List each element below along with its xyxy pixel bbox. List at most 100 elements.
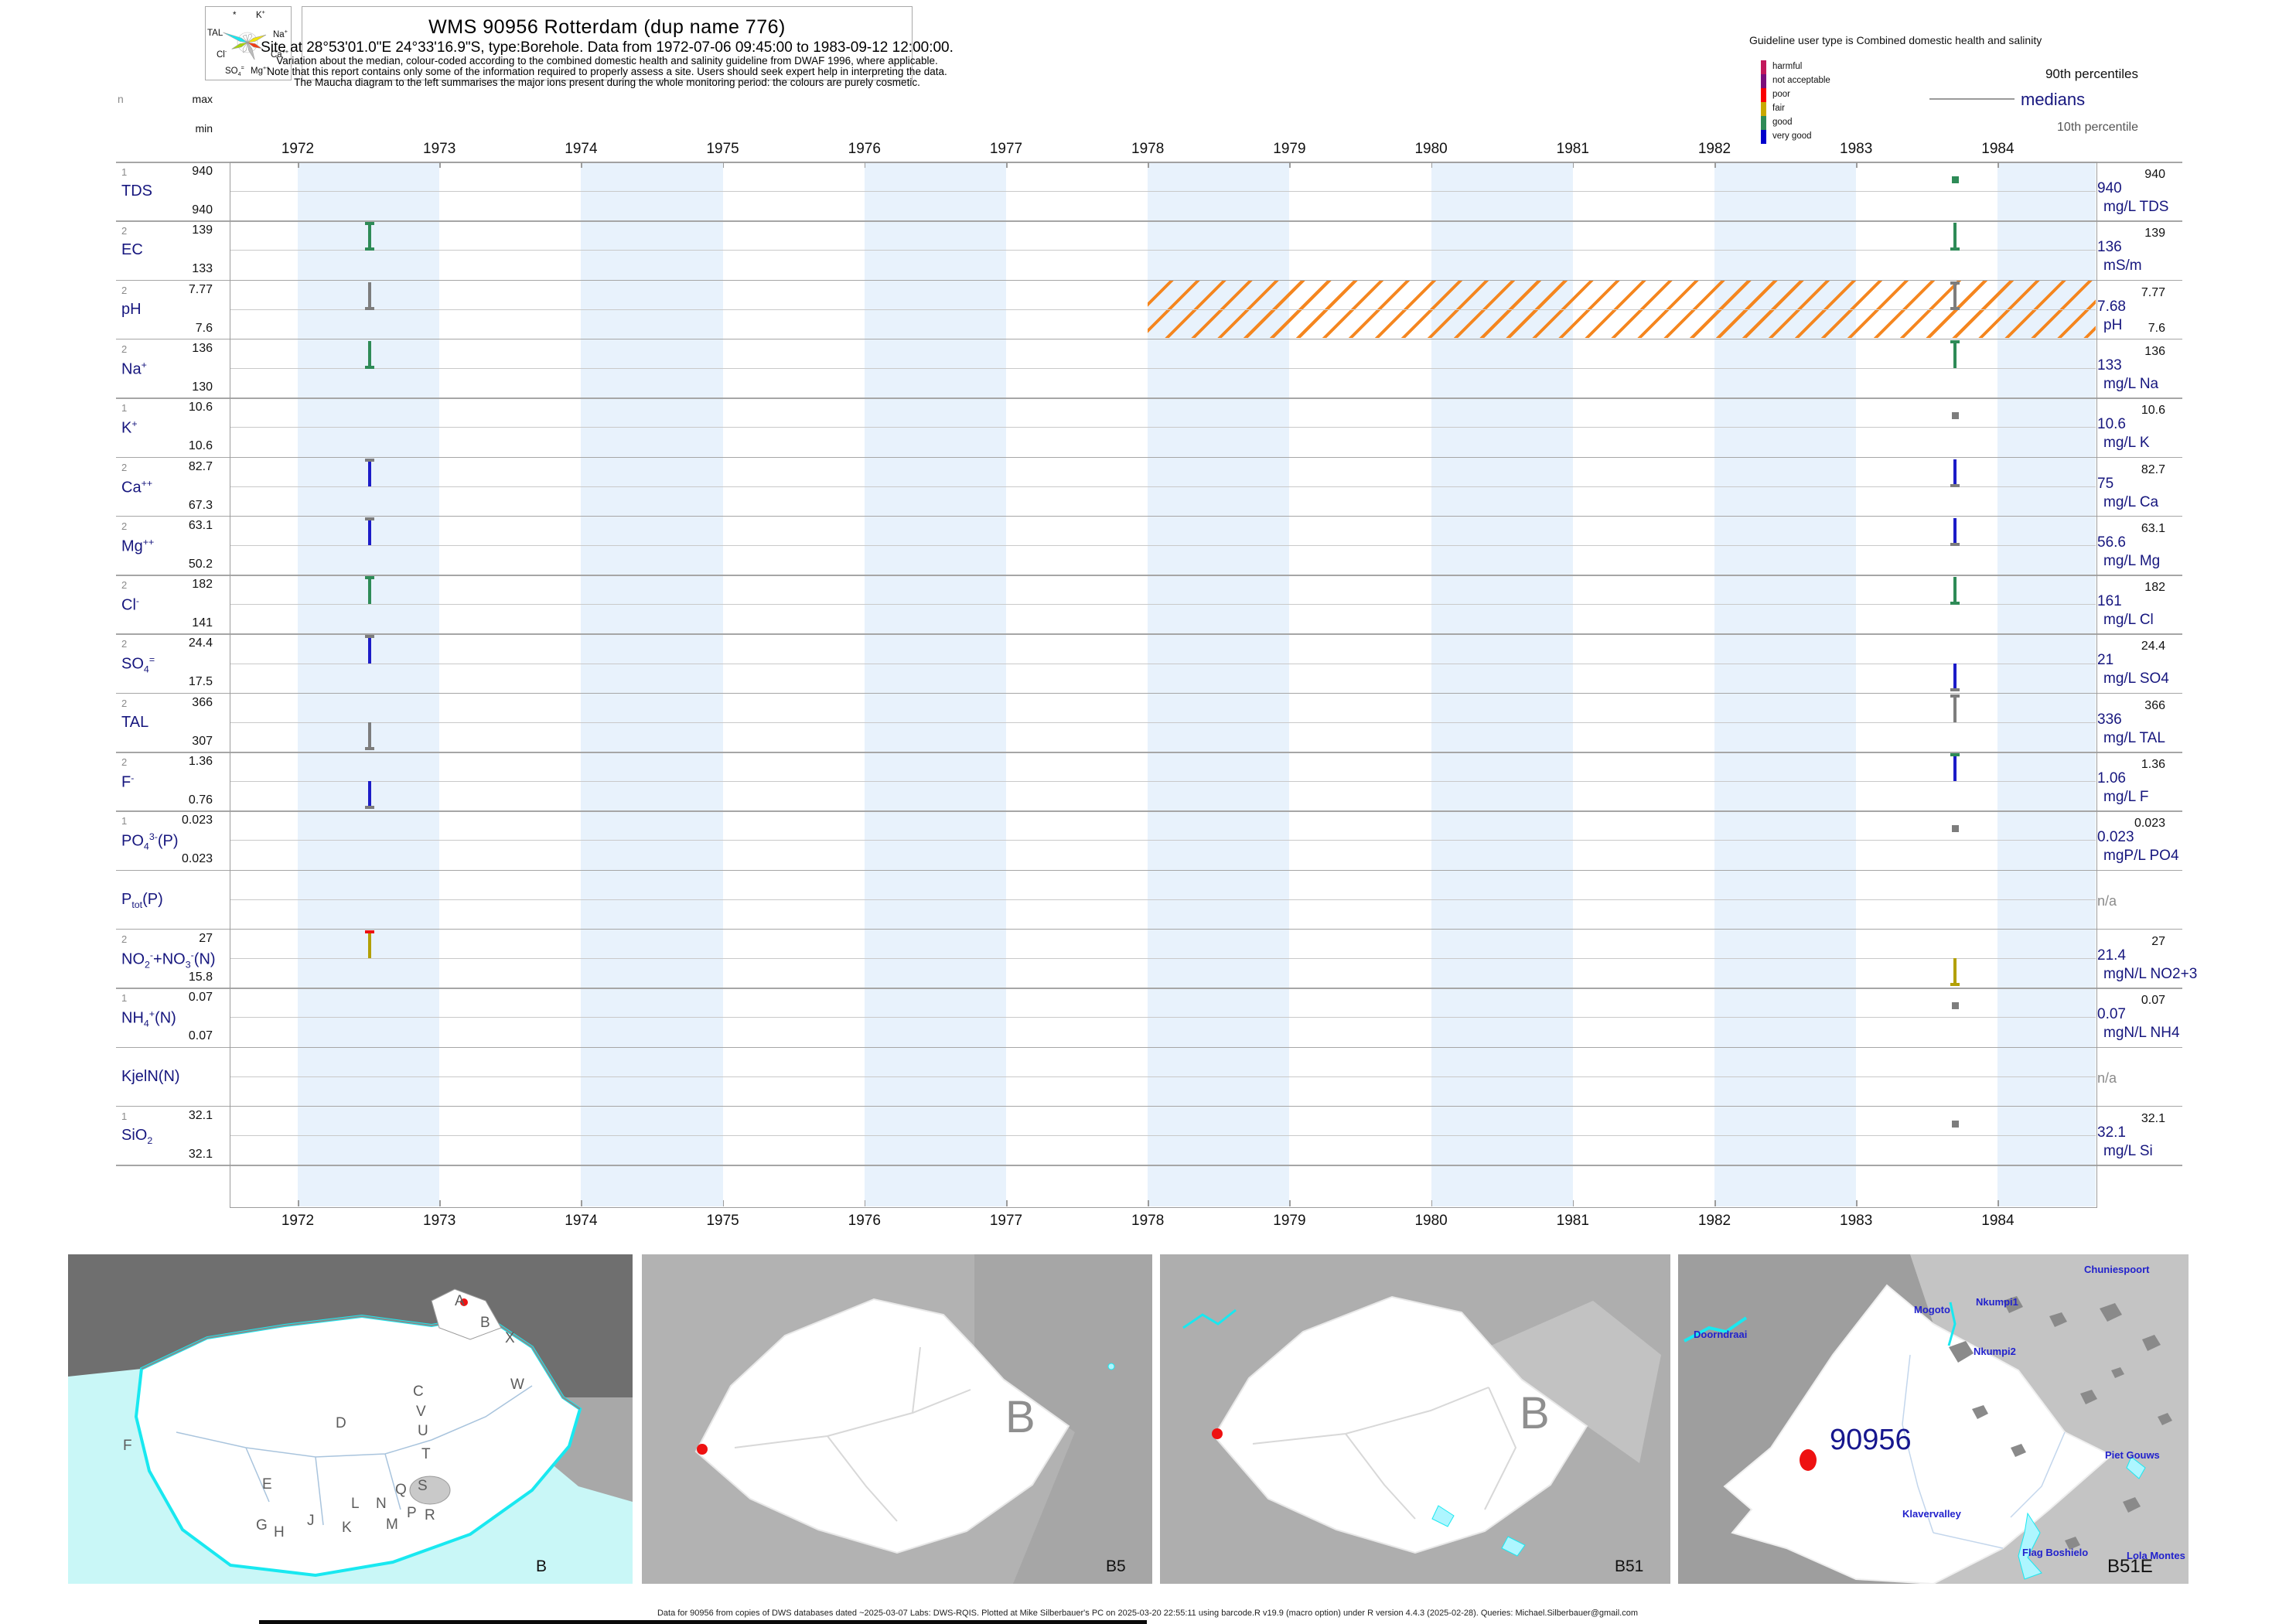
class-label-very-good: very good [1772,131,1812,141]
param-unit: mg/L Na [2103,375,2159,392]
year-tick-top [1148,162,1149,168]
year-label-bottom-1982: 1982 [1697,1213,1731,1229]
param-median: 75 [2097,475,2114,492]
param-label-TAL: TAL [121,713,149,731]
place-label-Nkumpi1: Nkumpi1 [1976,1296,2018,1308]
year-tick-top [1856,162,1858,168]
param-max: 366 [192,695,213,709]
year-tick-top [1006,162,1008,168]
year-label-top-1976: 1976 [848,141,881,157]
param-max: 139 [192,223,213,237]
region-letter-X: X [505,1330,515,1346]
year-label-bottom-1980: 1980 [1414,1213,1448,1229]
big-region-letter: B [1005,1392,1035,1442]
param-min: 67.3 [188,498,213,512]
year-tick-bottom [1431,1200,1433,1206]
stats-header-max: max [192,93,213,105]
year-label-top-1983: 1983 [1840,141,1873,157]
param-max: 136 [192,341,213,355]
year-tick-top [1289,162,1291,168]
year-tick-bottom [439,1200,441,1206]
maucha-ion-label: TAL [207,29,223,38]
region-letter-Q: Q [395,1482,407,1498]
note-variation: Variation about the median, colour-coded… [276,55,938,67]
param-median: 1.06 [2097,770,2126,786]
region-letter-A: A [455,1293,465,1309]
year-label-top-1979: 1979 [1273,141,1306,157]
param-max: 63.1 [188,518,213,532]
page-title: WMS 90956 Rotterdam (dup name 776) [428,16,786,38]
map3-corner-label: B51 [1615,1557,1644,1575]
param-max: 1.36 [188,755,213,768]
param-label-Mg: Mg++ [121,536,155,555]
param-median: 161 [2097,593,2122,610]
year-label-bottom-1975: 1975 [706,1213,739,1229]
year-tick-top [1714,162,1716,168]
region-letter-R: R [425,1507,435,1523]
param-label-Ptot: Ptot(P) [121,890,163,910]
lesotho [409,1476,451,1505]
maucha-ion-label: * [233,11,237,20]
region-letter-J: J [307,1513,315,1529]
param-min: 15.8 [188,970,213,984]
maucha-ion-label: K+ [256,9,265,20]
median-legend-line [1929,98,2015,100]
map4-corner-label: B51E [2107,1556,2153,1577]
param-max: 82.7 [188,459,213,473]
region-letter-G: G [256,1517,268,1534]
region-letter-B: B [480,1315,490,1331]
param-min: 7.6 [195,321,213,335]
param-min: 940 [192,203,213,217]
param-median: 21.4 [2097,947,2126,964]
stats-header-min: min [195,122,213,135]
param-max: 27 [199,931,213,945]
year-label-bottom-1983: 1983 [1840,1213,1873,1229]
region-letter-T: T [421,1446,431,1462]
param-unit: mg/L SO4 [2103,670,2169,687]
class-swatch-fair [1761,102,1766,116]
year-label-top-1980: 1980 [1414,141,1448,157]
param-min: 50.2 [188,557,213,571]
param-median: 136 [2097,239,2122,256]
param-median: 940 [2097,180,2122,196]
param-median: 336 [2097,711,2122,728]
year-tick-top [864,162,866,168]
year-label-top-1973: 1973 [423,141,456,157]
year-label-top-1981: 1981 [1556,141,1589,157]
year-tick-bottom [1997,1200,1999,1206]
class-swatch-poor [1761,88,1766,102]
stats-header-n: n [118,93,124,105]
param-max: 24.4 [188,636,213,650]
place-label-Mogoto: Mogoto [1914,1304,1950,1315]
map-b51e: 90956 Doorndraai Mogoto Nkumpi1 Nkumpi2 Chun… [1678,1254,2189,1588]
year-tick-bottom [1714,1200,1716,1206]
year-tick-bottom [1006,1200,1008,1206]
param-max: 940 [192,165,213,178]
year-tick-bottom [298,1200,299,1206]
year-label-bottom-1973: 1973 [423,1213,456,1229]
year-tick-top [439,162,441,168]
param-label-SO4: SO4= [121,654,155,676]
param-min: 10.6 [188,439,213,453]
maucha-ion-label: Cl- [217,49,227,60]
year-label-bottom-1981: 1981 [1556,1213,1589,1229]
param-label-pH: pH [121,300,142,318]
region-letter-C: C [413,1383,424,1400]
report-page: n max min * K+ Na+ Ca++ Mg++ SO4= Cl- TAL WMS 9… [0,0,2296,1624]
site-line: Site at 28°53'01.0"E 24°33'16.9"S, type:… [261,39,954,56]
param-unit: mg/L Ca [2103,493,2159,510]
note-maucha: The Maucha diagram to the left summarise… [294,77,920,88]
title-box: WMS 90956 Rotterdam (dup name 776) Site … [261,6,954,88]
year-tick-bottom [581,1200,582,1206]
param-min: 17.5 [188,675,213,689]
param-median: 21 [2097,652,2114,669]
param-unit: mg/L TAL [2103,729,2165,746]
region-letter-P: P [407,1505,417,1521]
param-unit: mg/L F [2103,789,2149,805]
year-tick-bottom [722,1200,725,1206]
region-letter-W: W [510,1377,524,1393]
place-label-Doorndraai: Doorndraai [1694,1329,1748,1340]
region-letter-U: U [418,1423,428,1439]
param-unit: mg/L TDS [2103,199,2169,215]
class-swatch-very-good [1761,130,1766,144]
